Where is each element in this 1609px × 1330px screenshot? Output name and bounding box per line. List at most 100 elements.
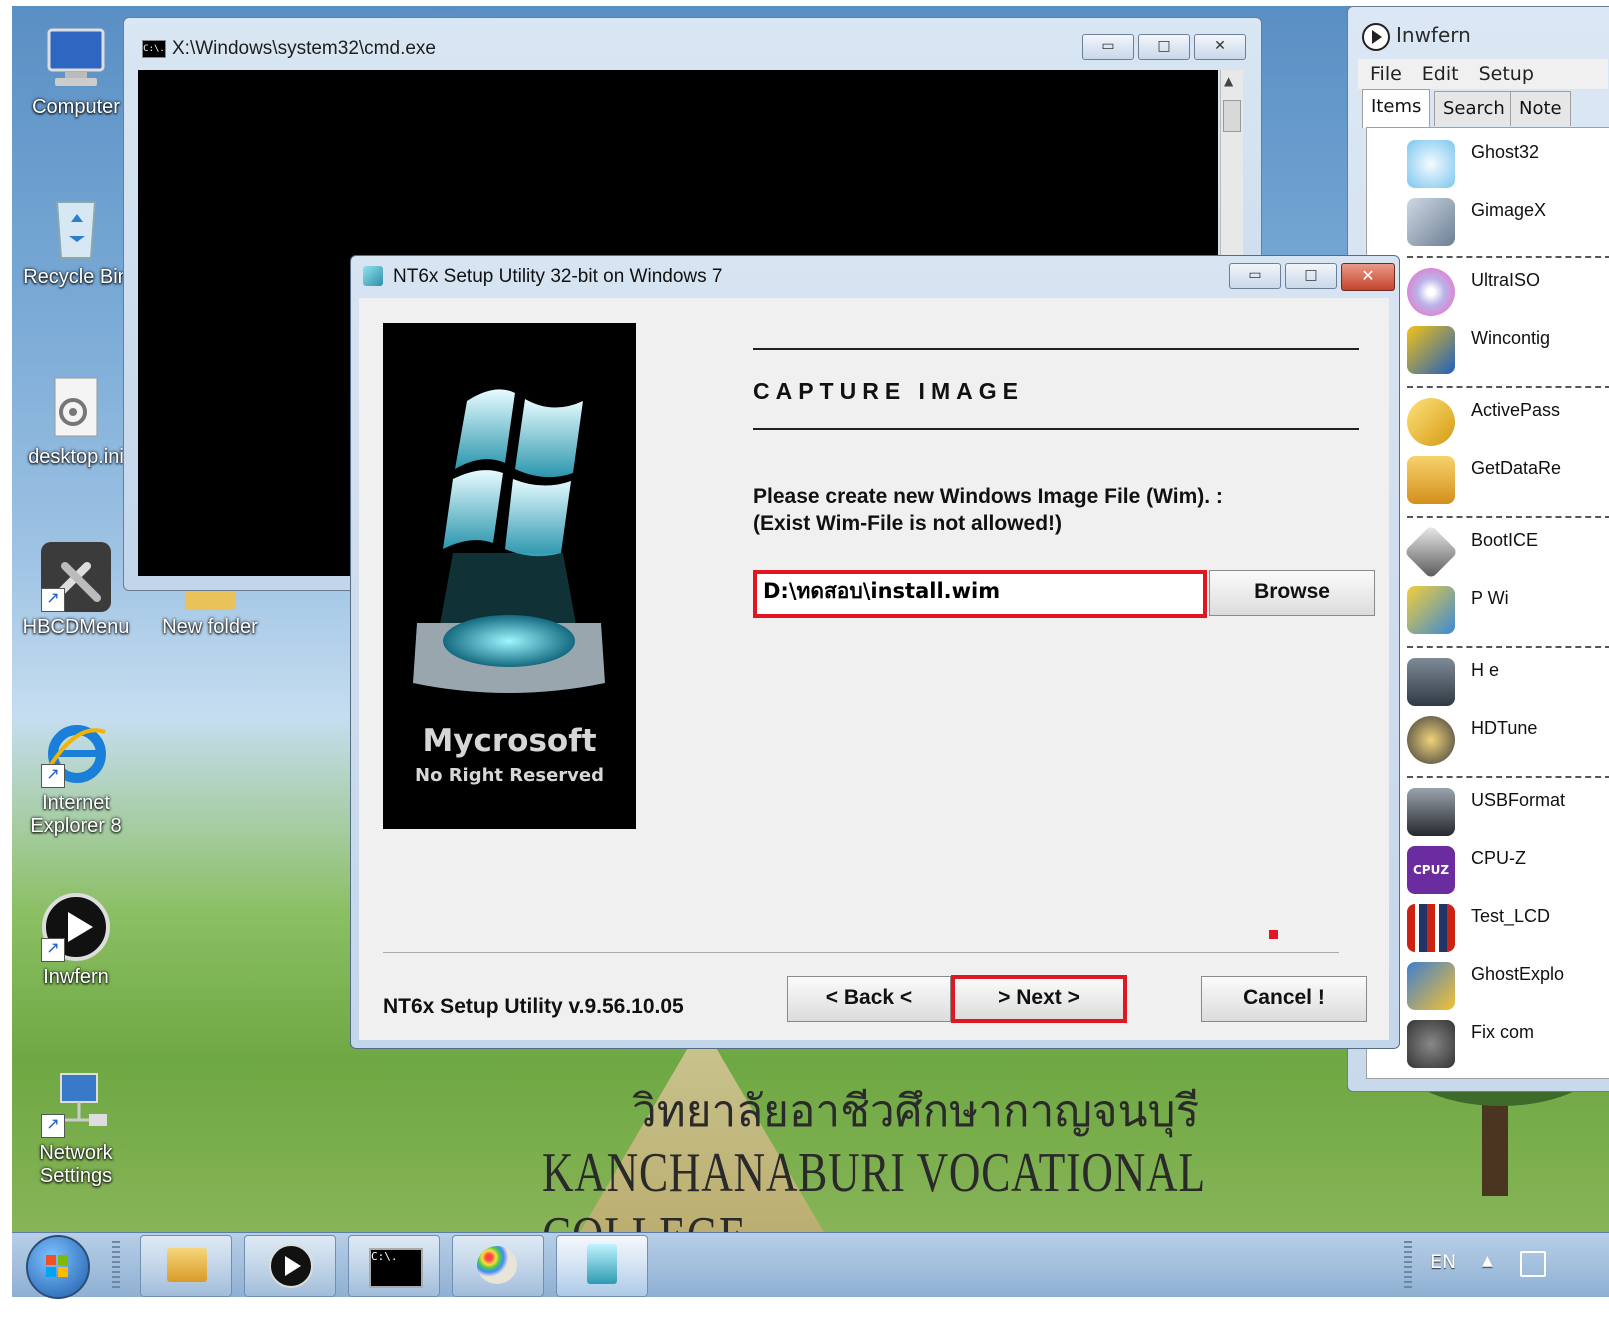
browse-button[interactable]: Browse xyxy=(1209,570,1375,616)
close-button[interactable]: ✕ xyxy=(1341,263,1395,291)
back-button[interactable]: < Back < xyxy=(787,976,951,1022)
desktop-icon-recycle-bin[interactable]: Recycle Bin xyxy=(16,192,136,289)
desktop-icon-label: Computer xyxy=(32,96,120,118)
tab-note[interactable]: Note xyxy=(1510,91,1571,126)
page-heading: CAPTURE IMAGE xyxy=(753,378,1024,404)
show-hidden-icons-icon[interactable]: ▲ xyxy=(1482,1253,1493,1269)
list-item-gimagex[interactable]: GimageX xyxy=(1407,198,1609,256)
test-pattern-icon xyxy=(1407,904,1455,952)
taskbar-explorer[interactable] xyxy=(140,1235,232,1297)
list-item-ultraiso[interactable]: UltraISO xyxy=(1407,268,1609,326)
windows-flag-icon xyxy=(46,1267,56,1277)
paint-palette-icon xyxy=(477,1246,517,1284)
wallpaper-college-english: KANCHANABURI VOCATIONAL COLLEGE xyxy=(542,1142,1205,1232)
separator xyxy=(1407,646,1609,648)
close-button[interactable]: ✕ xyxy=(1194,34,1246,60)
wim-path-input[interactable]: D:\ทดสอบ\install.wim xyxy=(753,570,1207,618)
cd-disc-icon xyxy=(1407,268,1455,316)
list-item-fix-com[interactable]: Fix com xyxy=(1407,1020,1609,1078)
list-item-bootice[interactable]: BootICE xyxy=(1403,524,1609,586)
nt6x-app-icon xyxy=(587,1244,617,1284)
network-icon: ↗ xyxy=(41,1068,111,1138)
taskbar-paint[interactable] xyxy=(452,1235,544,1297)
desktop-icon-desktop-ini[interactable]: desktop.ini xyxy=(16,372,136,469)
maximize-button[interactable]: □ xyxy=(1138,34,1190,60)
play-icon xyxy=(269,1244,313,1288)
nt6x-setup-dialog[interactable]: NT6x Setup Utility 32-bit on Windows 7 ▭… xyxy=(350,255,1400,1049)
ghost-explorer-icon xyxy=(1407,962,1455,1010)
list-item-hdd-tool[interactable]: H e xyxy=(1407,658,1609,716)
minimize-button[interactable]: ▭ xyxy=(1229,263,1281,289)
windows-logo-icon xyxy=(413,389,605,693)
shortcut-arrow-icon: ↗ xyxy=(41,1114,65,1138)
list-item-partition-wizard[interactable]: P Wi xyxy=(1407,586,1609,644)
inwfern-menu-bar: File Edit Setup xyxy=(1358,59,1608,89)
mycrosoft-banner: Mycrosoft No Right Reserved xyxy=(383,323,636,829)
tab-items[interactable]: Items xyxy=(1362,89,1431,128)
ghost-icon xyxy=(1407,140,1455,188)
wallpaper-college-thai: วิทยาลัยอาชีวศึกษากาญจนบุรี xyxy=(632,1086,1200,1137)
maximize-button[interactable]: □ xyxy=(1285,263,1337,289)
disk-drive-icon xyxy=(1407,198,1455,246)
list-item-ghostexplorer[interactable]: GhostExplo xyxy=(1407,962,1609,1020)
desktop-icon-computer[interactable]: Computer xyxy=(16,22,136,119)
desktop-icon-label: Inwfern xyxy=(43,966,109,988)
network-tray-icon[interactable] xyxy=(1520,1251,1546,1277)
key-icon xyxy=(1407,398,1455,446)
taskbar-nt6x[interactable] xyxy=(556,1235,648,1297)
desktop-icon-label-line2: Explorer 8 xyxy=(30,815,122,837)
minimize-button[interactable]: ▭ xyxy=(1082,34,1134,60)
list-item-cpuz[interactable]: CPUZ CPU-Z xyxy=(1407,846,1609,904)
shortcut-arrow-icon: ↗ xyxy=(41,588,65,612)
desktop-icon-hbcdmenu[interactable]: ↗ HBCDMenu xyxy=(16,542,136,639)
list-item-usbformat[interactable]: USBFormat xyxy=(1407,788,1609,846)
list-item-ghost32[interactable]: Ghost32 xyxy=(1407,140,1609,198)
taskbar: C:\. EN ▲ xyxy=(12,1232,1609,1299)
close-icon: ✕ xyxy=(1214,38,1226,54)
menu-file[interactable]: File xyxy=(1370,63,1402,85)
separator xyxy=(1407,256,1609,258)
list-item-wincontig[interactable]: Wincontig xyxy=(1407,326,1609,384)
desktop-icon-label: Network xyxy=(39,1142,113,1164)
start-button[interactable] xyxy=(26,1235,90,1299)
desktop-icon-network-settings[interactable]: ↗ Network Settings xyxy=(16,1068,136,1188)
desktop-icon-inwfern[interactable]: ↗ Inwfern xyxy=(16,892,136,989)
windows-flag-icon xyxy=(58,1255,68,1265)
separator xyxy=(1407,386,1609,388)
internet-explorer-icon: ↗ xyxy=(41,718,111,788)
list-item-activepass[interactable]: ActivePass xyxy=(1407,398,1609,456)
taskbar-inwfern[interactable] xyxy=(244,1235,336,1297)
taskbar-grip[interactable] xyxy=(112,1241,120,1289)
language-indicator[interactable]: EN xyxy=(1430,1251,1456,1273)
gear-icon xyxy=(1407,1020,1455,1068)
computer-icon xyxy=(41,22,111,92)
tray-grip[interactable] xyxy=(1404,1241,1412,1289)
scroll-up-icon[interactable]: ▲ xyxy=(1224,74,1233,88)
cancel-button[interactable]: Cancel ! xyxy=(1201,976,1367,1022)
desktop-icon-label: Recycle Bin xyxy=(23,266,129,288)
desktop-icon-internet-explorer[interactable]: ↗ Internet Explorer 8 xyxy=(16,718,136,838)
folder-icon xyxy=(167,1248,207,1282)
cpuz-icon: CPUZ xyxy=(1407,846,1455,894)
brand-name: Mycrosoft xyxy=(422,723,597,759)
list-item-hdtune[interactable]: HDTune xyxy=(1407,716,1609,774)
list-item-test-lcd[interactable]: Test_LCD xyxy=(1407,904,1609,962)
taskbar-cmd[interactable]: C:\. xyxy=(348,1235,440,1297)
instruction-line-2: (Exist Wim-File is not allowed!) xyxy=(753,512,1063,535)
wizard-icon xyxy=(1407,586,1455,634)
next-button[interactable]: > Next > xyxy=(951,975,1127,1023)
tab-search[interactable]: Search xyxy=(1434,91,1514,126)
footer-divider xyxy=(383,952,1339,953)
inwfern-item-list: Ghost32 GimageX UltraISO Wincontig Activ… xyxy=(1366,127,1609,1079)
list-item-getdatarecovery[interactable]: GetDataRe xyxy=(1407,456,1609,514)
tools-wrench-icon: ↗ xyxy=(41,542,111,612)
scroll-thumb[interactable] xyxy=(1223,100,1241,132)
settings-file-icon xyxy=(41,372,111,442)
floppy-icon xyxy=(1403,524,1459,580)
hdtune-icon xyxy=(1407,716,1455,764)
menu-setup[interactable]: Setup xyxy=(1479,63,1534,85)
nt6x-window-title: NT6x Setup Utility 32-bit on Windows 7 xyxy=(393,266,723,287)
menu-edit[interactable]: Edit xyxy=(1422,63,1459,85)
hard-disk-icon xyxy=(1407,658,1455,706)
cmd-icon: C:\. xyxy=(142,40,166,58)
